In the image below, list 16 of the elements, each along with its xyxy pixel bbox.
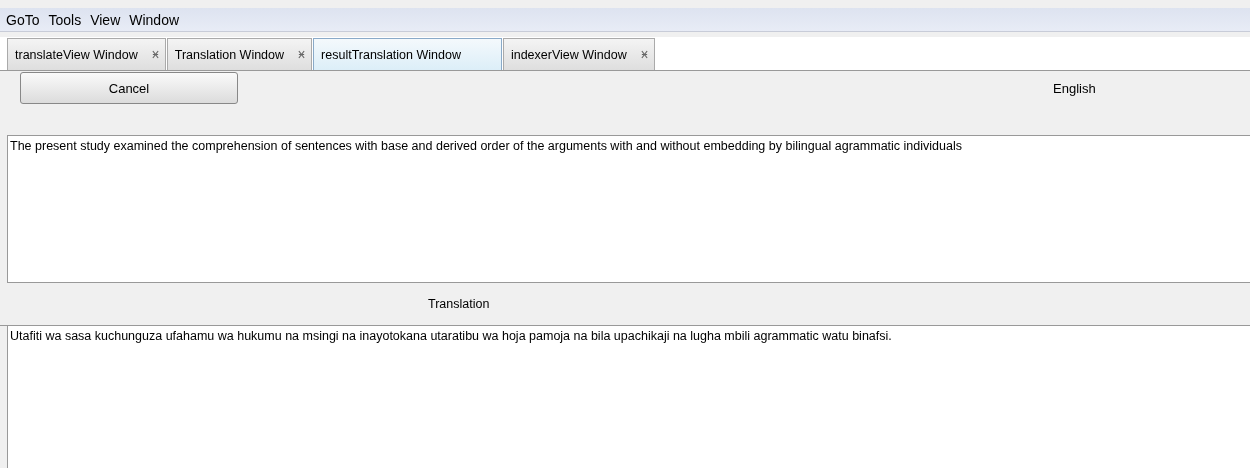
close-icon[interactable] (640, 50, 648, 59)
language-label: English (1053, 80, 1096, 96)
tab[interactable]: translateView Window (7, 38, 166, 70)
menu-item[interactable]: GoTo (6, 11, 40, 28)
translation-label: Translation (428, 297, 490, 311)
cancel-button[interactable]: Cancel (20, 72, 238, 104)
tab[interactable]: indexerView Window (502, 38, 655, 70)
tab[interactable]: resultTranslation Window (313, 38, 502, 70)
menu-item[interactable]: Window (129, 11, 180, 28)
tab[interactable]: Translation Window (166, 38, 313, 70)
menu-item[interactable]: View (90, 11, 121, 28)
close-icon[interactable] (298, 50, 306, 59)
translation-text-area[interactable]: Utafiti wa sasa kuchunguza ufahamu wa hukumu na msingi na inayotokana utaratibu wa hoja pamoja na bila upachikaji na lugha mbili agrammatic watu binafsi. (7, 326, 1250, 468)
menu-item[interactable]: Tools (48, 11, 82, 28)
source-text-area[interactable]: The present study examined the comprehension of sentences with base and derived order of the arguments with and without embedding by bilingual agrammatic individuals (7, 135, 1250, 283)
close-icon[interactable] (151, 50, 159, 59)
